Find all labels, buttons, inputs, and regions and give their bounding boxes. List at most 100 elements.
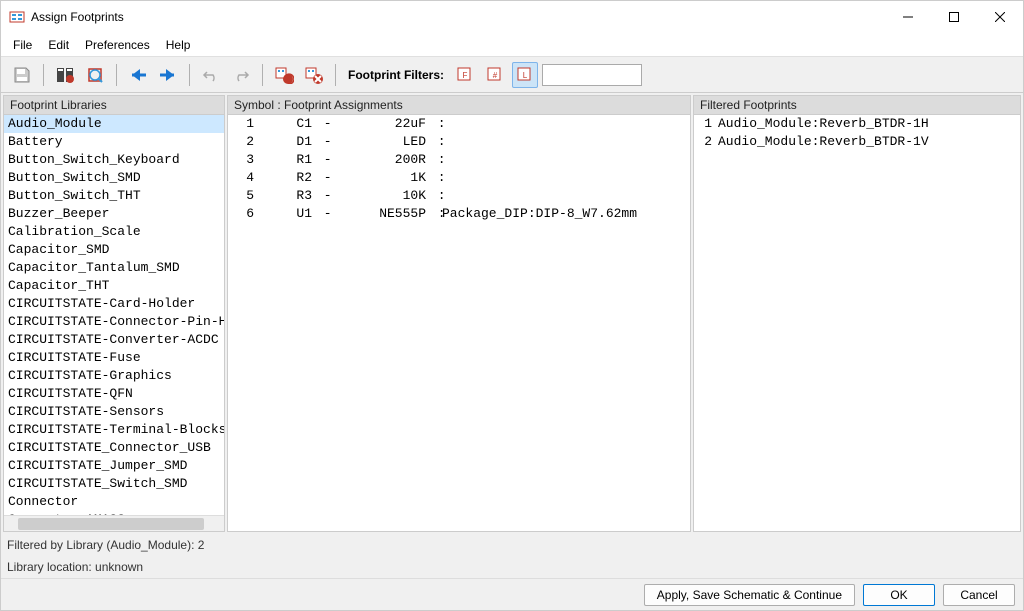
assign-footprints-window: Assign Footprints File Edit Preferences … <box>0 0 1024 611</box>
filtered-name: Audio_Module:Reverb_BTDR-1V <box>718 133 1016 151</box>
symbols-header: Symbol : Footprint Assignments <box>228 96 690 115</box>
filtered-name: Audio_Module:Reverb_BTDR-1H <box>718 115 1016 133</box>
filtered-index: 2 <box>698 133 718 151</box>
library-item[interactable]: CIRCUITSTATE-QFN <box>4 385 224 403</box>
svg-text:#: # <box>493 71 498 80</box>
symbol-row[interactable]: 2D1 -LED : <box>228 133 690 151</box>
maximize-button[interactable] <box>931 1 977 33</box>
library-item[interactable]: Button_Switch_SMD <box>4 169 224 187</box>
symbol-value: 200R <box>330 151 430 169</box>
symbol-row[interactable]: 6U1 -NE555P : Package_DIP:DIP-8_W7.62mm <box>228 205 690 223</box>
symbol-value: LED <box>330 133 430 151</box>
library-item[interactable]: Battery <box>4 133 224 151</box>
menu-preferences[interactable]: Preferences <box>77 36 158 54</box>
filter-keywords-button[interactable]: F <box>452 62 478 88</box>
library-item[interactable]: CIRCUITSTATE-Card-Holder <box>4 295 224 313</box>
symbol-index: 3 <box>232 151 262 169</box>
symbol-index: 2 <box>232 133 262 151</box>
library-item[interactable]: Capacitor_Tantalum_SMD <box>4 259 224 277</box>
toolbar-separator <box>43 64 44 86</box>
symbol-value: 10K <box>330 187 430 205</box>
library-item[interactable]: Connector <box>4 493 224 511</box>
filtered-item[interactable]: 2Audio_Module:Reverb_BTDR-1V <box>694 133 1020 151</box>
auto-assign-button[interactable] <box>271 62 297 88</box>
symbol-footprint <box>442 169 686 187</box>
close-button[interactable] <box>977 1 1023 33</box>
symbol-index: 1 <box>232 115 262 133</box>
svg-text:F: F <box>463 71 468 80</box>
libraries-list[interactable]: Audio_ModuleBatteryButton_Switch_Keyboar… <box>4 115 224 515</box>
symbol-value: NE555P <box>330 205 430 223</box>
redo-button[interactable] <box>228 62 254 88</box>
filtered-panel: Filtered Footprints 1Audio_Module:Reverb… <box>693 95 1021 532</box>
filtered-list[interactable]: 1Audio_Module:Reverb_BTDR-1H2Audio_Modul… <box>694 115 1020 531</box>
symbol-value: 1K <box>330 169 430 187</box>
symbol-footprint: Package_DIP:DIP-8_W7.62mm <box>442 205 686 223</box>
symbol-row[interactable]: 1C1 -22uF : <box>228 115 690 133</box>
window-controls <box>885 1 1023 33</box>
libraries-hscrollbar[interactable] <box>4 515 224 531</box>
library-item[interactable]: CIRCUITSTATE_Jumper_SMD <box>4 457 224 475</box>
symbol-row[interactable]: 3R1 -200R : <box>228 151 690 169</box>
library-item[interactable]: CIRCUITSTATE-Sensors <box>4 403 224 421</box>
menu-edit[interactable]: Edit <box>40 36 77 54</box>
undo-button[interactable] <box>198 62 224 88</box>
toolbar-separator <box>116 64 117 86</box>
symbols-panel: Symbol : Footprint Assignments 1C1 -22uF… <box>227 95 691 532</box>
library-item[interactable]: Capacitor_THT <box>4 277 224 295</box>
symbol-ref: R1 <box>262 151 316 169</box>
cancel-button[interactable]: Cancel <box>943 584 1015 606</box>
menu-file[interactable]: File <box>5 36 40 54</box>
library-item[interactable]: Capacitor_SMD <box>4 241 224 259</box>
library-item[interactable]: Buzzer_Beeper <box>4 205 224 223</box>
view-footprint-button[interactable] <box>82 62 108 88</box>
library-item[interactable]: CIRCUITSTATE-Graphics <box>4 367 224 385</box>
ok-button[interactable]: OK <box>863 584 935 606</box>
filter-pincount-button[interactable]: # <box>482 62 508 88</box>
scrollbar-thumb[interactable] <box>18 518 204 530</box>
menu-help[interactable]: Help <box>158 36 199 54</box>
filter-label: Footprint Filters: <box>348 68 444 82</box>
library-item[interactable]: CIRCUITSTATE-Converter-ACDC <box>4 331 224 349</box>
symbol-ref: C1 <box>262 115 316 133</box>
apply-button[interactable]: Apply, Save Schematic & Continue <box>644 584 855 606</box>
symbol-ref: R3 <box>262 187 316 205</box>
library-table-button[interactable] <box>52 62 78 88</box>
next-button[interactable] <box>155 62 181 88</box>
library-item[interactable]: Button_Switch_THT <box>4 187 224 205</box>
symbol-footprint <box>442 151 686 169</box>
library-item[interactable]: CIRCUITSTATE_Connector_USB <box>4 439 224 457</box>
symbol-index: 6 <box>232 205 262 223</box>
symbol-ref: D1 <box>262 133 316 151</box>
content-area: Footprint Libraries Audio_ModuleBatteryB… <box>1 93 1023 534</box>
filter-library-button[interactable]: L <box>512 62 538 88</box>
symbol-index: 4 <box>232 169 262 187</box>
libraries-header: Footprint Libraries <box>4 96 224 115</box>
prev-button[interactable] <box>125 62 151 88</box>
library-item[interactable]: Calibration_Scale <box>4 223 224 241</box>
minimize-button[interactable] <box>885 1 931 33</box>
symbol-row[interactable]: 5R3 -10K : <box>228 187 690 205</box>
library-item[interactable]: CIRCUITSTATE_Switch_SMD <box>4 475 224 493</box>
status-line-2: Library location: unknown <box>1 556 1023 578</box>
menubar: File Edit Preferences Help <box>1 33 1023 57</box>
delete-assoc-button[interactable] <box>301 62 327 88</box>
library-item[interactable]: Button_Switch_Keyboard <box>4 151 224 169</box>
titlebar: Assign Footprints <box>1 1 1023 33</box>
symbol-row[interactable]: 4R2 -1K : <box>228 169 690 187</box>
search-input[interactable] <box>542 64 642 86</box>
symbol-index: 5 <box>232 187 262 205</box>
toolbar-separator <box>262 64 263 86</box>
library-item[interactable]: CIRCUITSTATE-Fuse <box>4 349 224 367</box>
library-item[interactable]: CIRCUITSTATE-Connector-Pin-He <box>4 313 224 331</box>
library-item[interactable]: Audio_Module <box>4 115 224 133</box>
library-item[interactable]: CIRCUITSTATE-Terminal-Blocks <box>4 421 224 439</box>
symbol-ref: U1 <box>262 205 316 223</box>
save-button[interactable] <box>9 62 35 88</box>
filtered-index: 1 <box>698 115 718 133</box>
toolbar: Footprint Filters: F # L <box>1 57 1023 93</box>
symbol-ref: R2 <box>262 169 316 187</box>
filtered-item[interactable]: 1Audio_Module:Reverb_BTDR-1H <box>694 115 1020 133</box>
symbols-list[interactable]: 1C1 -22uF : 2D1 -LED : 3R1 -200R : 4R2 -… <box>228 115 690 531</box>
app-icon <box>9 9 25 25</box>
